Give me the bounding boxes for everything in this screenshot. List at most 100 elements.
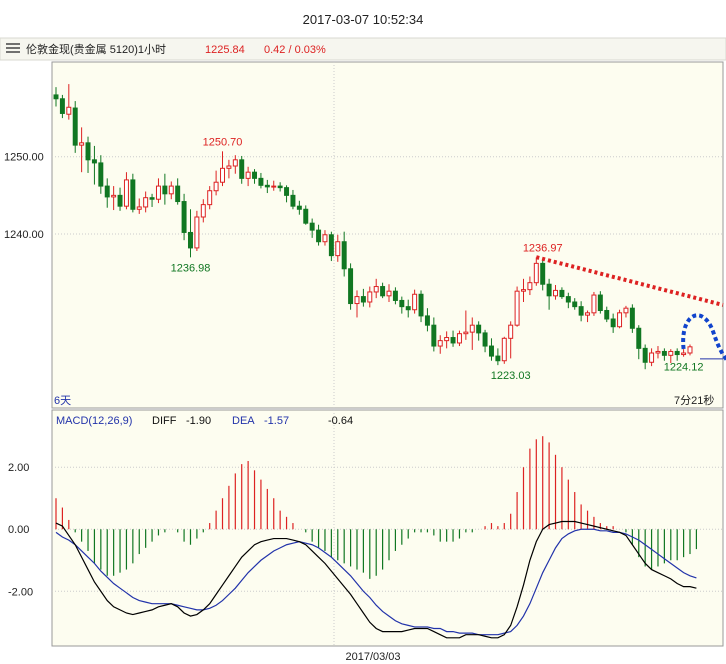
- candle-body: [424, 315, 430, 326]
- candle-body: [175, 185, 181, 203]
- candle-body: [399, 299, 405, 308]
- price-panel: [51, 61, 724, 409]
- candle-body: [629, 307, 635, 329]
- period-label: 6天: [54, 395, 71, 407]
- price-annotation: 1224.12: [664, 362, 704, 374]
- candle-body: [546, 283, 552, 297]
- candle-body: [604, 310, 610, 320]
- price-tick-label: 1250.00: [4, 152, 44, 164]
- candle-body: [610, 318, 616, 328]
- candle-body: [501, 337, 507, 362]
- candle-body: [687, 346, 693, 354]
- candle-body: [187, 231, 193, 249]
- candle-body: [508, 324, 514, 339]
- candle-body: [207, 190, 213, 206]
- candle-body: [386, 290, 392, 297]
- candle-body: [540, 262, 546, 285]
- candle-body: [303, 208, 309, 224]
- candle: [72, 101, 78, 153]
- candle-body: [348, 268, 354, 305]
- candle: [501, 336, 507, 364]
- candle-body: [354, 296, 360, 305]
- candle-body: [98, 162, 104, 187]
- candle-body: [597, 294, 603, 311]
- candle-body: [226, 165, 232, 169]
- candle: [348, 263, 354, 310]
- candle-body: [418, 293, 424, 317]
- candle-body: [245, 171, 251, 179]
- candle-body: [213, 181, 219, 192]
- candle-body: [469, 324, 475, 333]
- candle-body: [617, 312, 623, 328]
- x-axis-date-label: 2017/03/03: [345, 651, 400, 663]
- candle-body: [456, 333, 462, 344]
- candle-body: [412, 293, 418, 311]
- candle-body: [316, 229, 322, 243]
- candle-body: [290, 194, 296, 207]
- candle-body: [405, 306, 411, 311]
- chart-root: 2017-03-07 10:52:34 伦敦金现(贵金属 5120)1小时 12…: [0, 0, 726, 664]
- candle: [629, 304, 635, 333]
- candle-body: [271, 185, 277, 188]
- candle-body: [367, 291, 373, 303]
- candle-body: [252, 171, 258, 179]
- candle-body: [553, 289, 559, 297]
- instrument-name: 伦敦金现(贵金属 5120)1小时: [26, 42, 166, 56]
- candle-body: [123, 179, 129, 207]
- candle-body: [668, 350, 674, 356]
- candle-body: [488, 345, 494, 357]
- candle-body: [463, 331, 469, 335]
- macd-dea-label: DEA: [232, 415, 255, 427]
- candle-body: [284, 187, 290, 196]
- candle-body: [232, 159, 238, 167]
- candle-body: [66, 106, 72, 115]
- countdown-label: 7分21秒: [674, 393, 714, 407]
- macd-diff-value: -1.90: [186, 415, 211, 427]
- candle-body: [661, 350, 667, 356]
- candle-body: [239, 159, 245, 179]
- candle-body: [136, 206, 142, 210]
- candle-body: [565, 296, 571, 303]
- candle-body: [450, 337, 456, 344]
- price-annotation: 1236.97: [523, 242, 563, 254]
- candle-body: [328, 234, 334, 257]
- candle-body: [162, 185, 168, 195]
- candle-body: [53, 94, 59, 100]
- candle-body: [681, 352, 687, 356]
- macd-label: MACD(12,26,9): [56, 415, 132, 427]
- candle-body: [476, 324, 482, 334]
- current-price: 1225.84: [205, 44, 245, 56]
- candle-body: [111, 194, 117, 198]
- price-tick-label: 1240.00: [4, 229, 44, 241]
- candle-body: [482, 332, 488, 347]
- price-annotation: 1223.03: [491, 370, 531, 382]
- candle-body: [335, 241, 341, 257]
- candle-body: [309, 222, 315, 231]
- macd-dea-value: -1.57: [264, 415, 289, 427]
- candle-body: [85, 142, 91, 161]
- candle-body: [636, 327, 642, 349]
- chart-timestamp: 2017-03-07 10:52:34: [303, 12, 424, 27]
- candle-body: [437, 340, 443, 347]
- macd-hist-value: -0.64: [328, 415, 353, 427]
- candle-body: [655, 350, 661, 354]
- candle-body: [559, 289, 565, 298]
- candle-body: [578, 306, 584, 316]
- candle: [130, 173, 136, 213]
- candle-body: [264, 184, 270, 188]
- candle-body: [143, 197, 149, 208]
- candle-body: [674, 350, 680, 356]
- macd-tick-label: -2.00: [8, 586, 33, 598]
- candle-body: [220, 167, 225, 183]
- macd-panel: [51, 409, 724, 647]
- candle-body: [149, 197, 155, 200]
- candle-body: [59, 98, 65, 114]
- candle-body: [104, 185, 110, 198]
- candle-body: [341, 241, 347, 270]
- candle-body: [444, 337, 450, 342]
- candle-body: [572, 301, 578, 308]
- candle-body: [649, 352, 655, 363]
- candle-body: [277, 185, 283, 189]
- candle-body: [79, 142, 85, 146]
- candle-body: [373, 286, 379, 293]
